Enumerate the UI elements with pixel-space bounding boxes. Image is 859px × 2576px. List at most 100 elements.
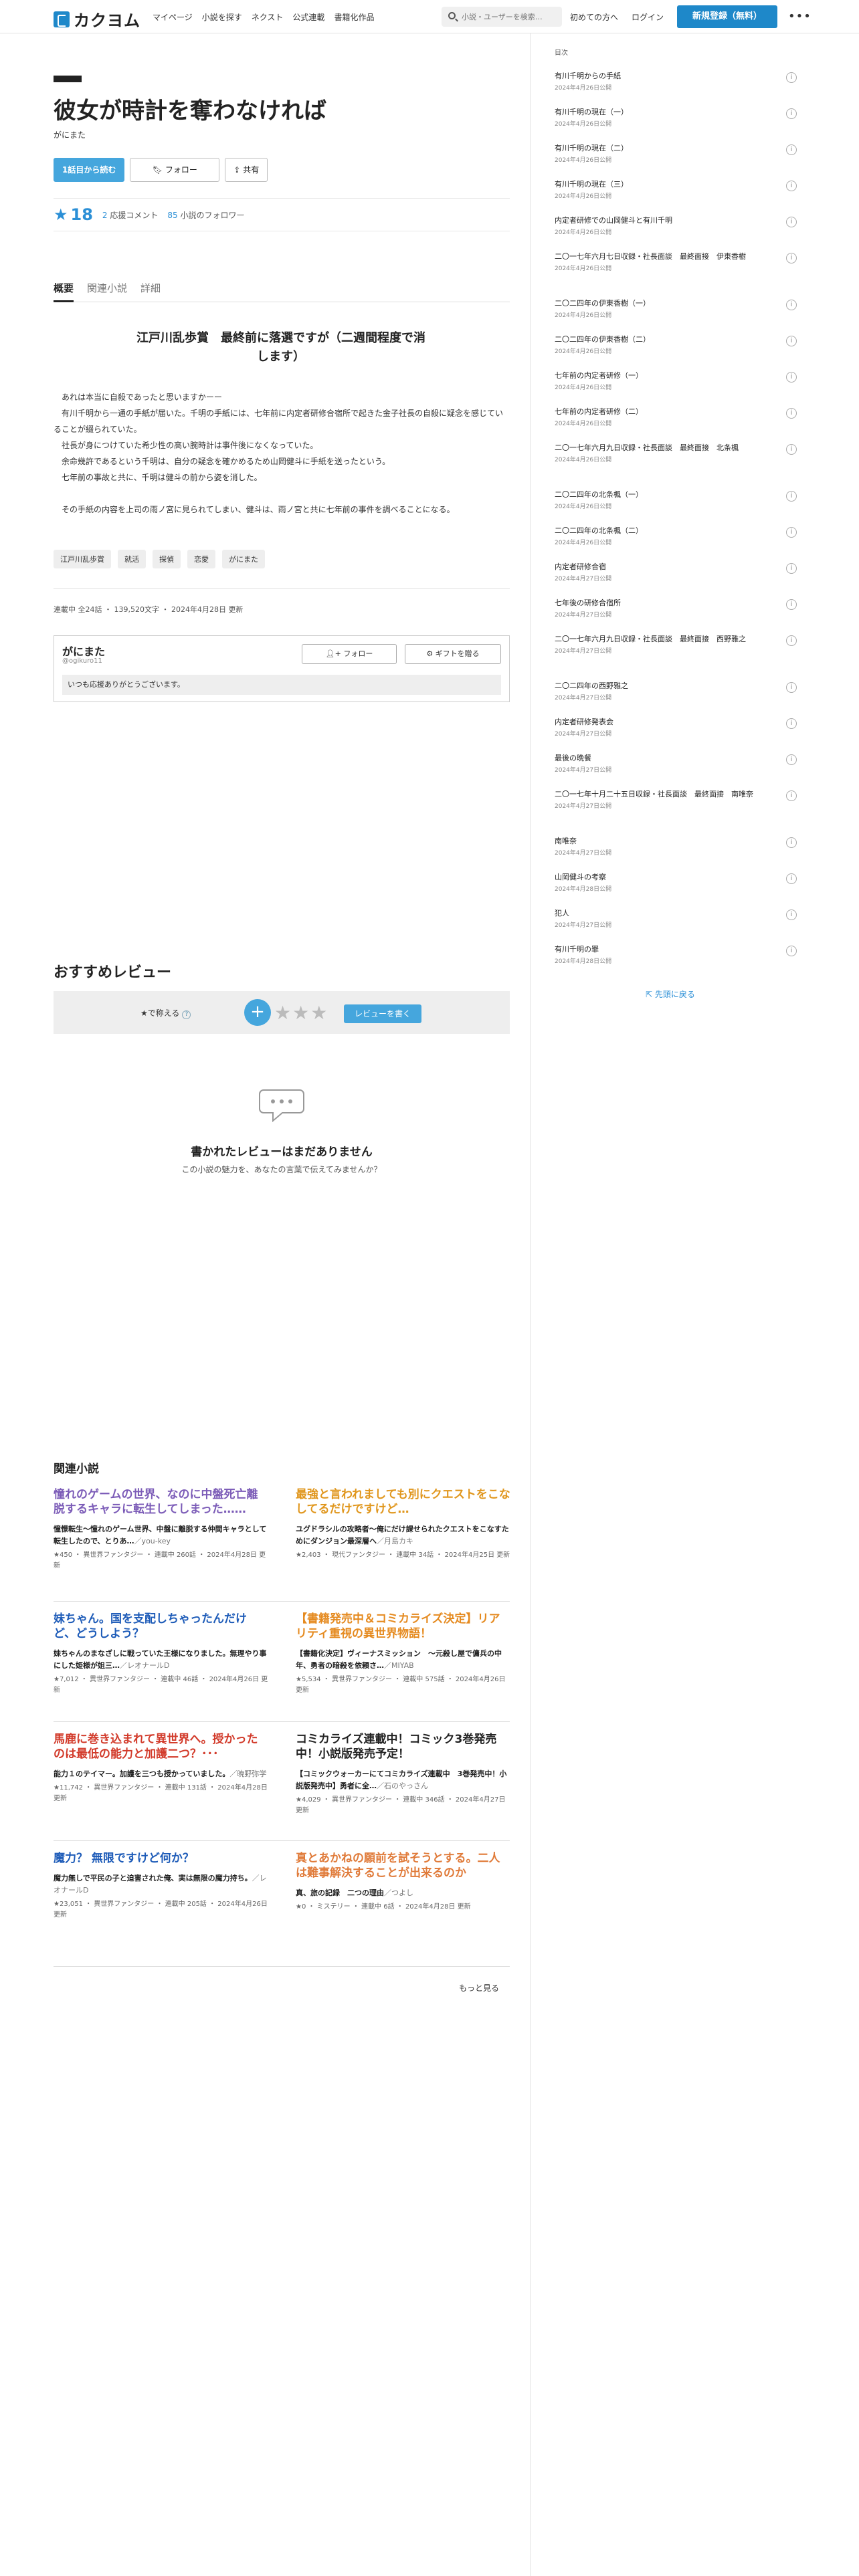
related-author[interactable]: ／月島カキ (377, 1537, 413, 1545)
first-time-link[interactable]: 初めての方へ (570, 11, 618, 23)
toc-episode[interactable]: 二〇二四年の西野雅之 2024年4月27日公開 i (555, 681, 797, 702)
nav-books[interactable]: 書籍化作品 (334, 11, 374, 23)
episode-title[interactable]: 二〇一七年十月二十五日収録・社長面談 最終面接 南唯奈 (555, 789, 769, 800)
related-title[interactable]: 真とあかねの願前を試そうとする。二人は難事解決することが出来るのか (296, 1851, 511, 1881)
episode-title[interactable]: 二〇二四年の北条楓（一） (555, 490, 769, 500)
related-novel-card[interactable]: 【書籍発売中＆コミカライズ決定】リアリティ重視の異世界物語！ 【書籍化決定】ヴィー… (296, 1612, 511, 1696)
info-icon[interactable]: i (786, 682, 797, 693)
toc-episode[interactable]: 二〇一七年六月九日収録・社長面談 最終面接 西野雅之 2024年4月27日公開 i (555, 634, 797, 655)
episode-title[interactable]: 最後の晩餐 (555, 753, 769, 764)
episode-title[interactable]: 犯人 (555, 908, 769, 919)
episode-title[interactable]: 二〇二四年の北条楓（二） (555, 526, 769, 536)
episode-title[interactable]: 内定者研修合宿 (555, 562, 769, 572)
read-first-episode-button[interactable]: 1話目から読む (54, 158, 125, 182)
toc-episode[interactable]: 二〇二四年の伊東香樹（一） 2024年4月26日公開 i (555, 298, 797, 319)
related-author[interactable]: ／you-key (134, 1537, 171, 1545)
info-icon[interactable]: i (786, 300, 797, 310)
toc-episode[interactable]: 有川千明の現在（二） 2024年4月26日公開 i (555, 143, 797, 164)
site-logo[interactable]: カクヨム (54, 7, 140, 31)
back-to-top-link[interactable]: ⇱ 先頭に戻る (646, 988, 695, 1000)
toc-episode[interactable]: 二〇二四年の伊東香樹（二） 2024年4月26日公開 i (555, 334, 797, 355)
comments-stat[interactable]: 2 応援コメント (102, 209, 158, 221)
toc-episode[interactable]: 犯人 2024年4月27日公開 i (555, 908, 797, 929)
toc-episode[interactable]: 七年前の内定者研修（二） 2024年4月26日公開 i (555, 407, 797, 427)
work-author[interactable]: がにまた (54, 129, 86, 140)
info-icon[interactable]: i (786, 253, 797, 263)
toc-episode[interactable]: 最後の晩餐 2024年4月27日公開 i (555, 753, 797, 774)
episode-title[interactable]: 七年前の内定者研修（一） (555, 370, 769, 381)
info-icon[interactable]: i (786, 72, 797, 83)
more-menu-icon[interactable]: ••• (788, 9, 812, 23)
tag[interactable]: 探偵 (153, 550, 181, 568)
episode-title[interactable]: 二〇一七年六月九日収録・社長面談 最終面接 西野雅之 (555, 634, 769, 645)
info-icon[interactable]: i (786, 217, 797, 227)
info-icon[interactable]: i (786, 946, 797, 956)
login-link[interactable]: ログイン (632, 11, 664, 23)
follow-button[interactable]: 🔖︎ フォロー (130, 158, 220, 182)
episode-title[interactable]: 有川千明の現在（三） (555, 179, 769, 190)
info-icon[interactable]: i (786, 181, 797, 191)
info-icon[interactable]: i (786, 563, 797, 574)
tab-overview[interactable]: 概要 (54, 276, 74, 302)
share-button[interactable]: ⇪ 共有 (225, 158, 268, 182)
info-icon[interactable]: i (786, 408, 797, 419)
toc-episode[interactable]: 南唯奈 2024年4月27日公開 i (555, 836, 797, 857)
info-icon[interactable]: i (786, 837, 797, 848)
star-rating-input[interactable]: ★★★ (274, 1002, 328, 1024)
related-author[interactable]: ／石のやっさん (377, 1782, 428, 1790)
toc-episode[interactable]: 有川千明の現在（一） 2024年4月26日公開 i (555, 107, 797, 128)
related-title[interactable]: 妹ちゃん。国を支配しちゃったんだけど、どうしよう？ (54, 1612, 269, 1641)
nav-official-serial[interactable]: 公式連載 (292, 11, 324, 23)
related-novel-card[interactable]: 馬鹿に巻き込まれて異世界へ。授かったのは最低の能力と加護二つ？･･･ 能力１のテイ… (54, 1732, 269, 1804)
toc-episode[interactable]: 内定者研修での山岡健斗と有川千明 2024年4月26日公開 i (555, 215, 797, 236)
tab-details[interactable]: 詳細 (140, 276, 161, 302)
related-author[interactable]: ／MIYAB (384, 1661, 414, 1670)
toc-episode[interactable]: 二〇二四年の北条楓（一） 2024年4月26日公開 i (555, 490, 797, 510)
tag[interactable]: 江戸川乱歩賞 (54, 550, 111, 568)
info-icon[interactable]: i (786, 718, 797, 729)
related-novel-card[interactable]: コミカライズ連載中！コミック3巻発売中！小説版発売予定！ 【コミックウォーカーにて… (296, 1732, 511, 1816)
info-icon[interactable]: i (786, 635, 797, 646)
tab-related[interactable]: 関連小説 (87, 276, 127, 302)
help-icon[interactable]: ? (182, 1010, 191, 1019)
related-novel-card[interactable]: 魔力？ 無限ですけど何か？ 魔力無しで平民の子と迫害された俺、実は無限の魔力持ち。… (54, 1851, 269, 1921)
episode-title[interactable]: 南唯奈 (555, 836, 769, 847)
nav-next[interactable]: ネクスト (252, 11, 284, 23)
info-icon[interactable]: i (786, 336, 797, 346)
info-icon[interactable]: i (786, 108, 797, 119)
related-title[interactable]: コミカライズ連載中！コミック3巻発売中！小説版発売予定！ (296, 1732, 511, 1761)
related-title[interactable]: 最強と言われましても別にクエストをこなしてるだけですけど… (296, 1487, 511, 1517)
info-icon[interactable]: i (786, 873, 797, 884)
toc-episode[interactable]: 有川千明からの手紙 2024年4月26日公開 i (555, 71, 797, 92)
toc-episode[interactable]: 二〇一七年六月九日収録・社長面談 最終面接 北条楓 2024年4月26日公開 i (555, 443, 797, 463)
episode-title[interactable]: 有川千明の罪 (555, 944, 769, 955)
episode-title[interactable]: 山岡健斗の考察 (555, 872, 769, 883)
register-button[interactable]: 新規登録（無料） (677, 5, 777, 28)
related-novel-card[interactable]: 妹ちゃん。国を支配しちゃったんだけど、どうしよう？ 妹ちゃんのまなざしに戦っていた… (54, 1612, 269, 1696)
episode-title[interactable]: 二〇一七年六月九日収録・社長面談 最終面接 北条楓 (555, 443, 769, 453)
related-title[interactable]: 魔力？ 無限ですけど何か？ (54, 1851, 269, 1866)
episode-title[interactable]: 有川千明の現在（二） (555, 143, 769, 154)
tag[interactable]: がにまた (222, 550, 265, 568)
related-author[interactable]: ／つよし (384, 1889, 413, 1897)
followers-stat[interactable]: 85 小説のフォロワー (167, 209, 244, 221)
episode-title[interactable]: 二〇二四年の西野雅之 (555, 681, 769, 691)
episode-title[interactable]: 有川千明からの手紙 (555, 71, 769, 82)
related-novel-card[interactable]: 最強と言われましても別にクエストをこなしてるだけですけど… ユグドラシルの攻略者〜… (296, 1487, 511, 1561)
toc-episode[interactable]: 七年後の研修合宿所 2024年4月27日公開 i (555, 598, 797, 619)
related-title[interactable]: 馬鹿に巻き込まれて異世界へ。授かったのは最低の能力と加護二つ？･･･ (54, 1732, 269, 1761)
related-title[interactable]: 【書籍発売中＆コミカライズ決定】リアリティ重視の異世界物語！ (296, 1612, 511, 1641)
info-icon[interactable]: i (786, 790, 797, 801)
episode-title[interactable]: 内定者研修での山岡健斗と有川千明 (555, 215, 769, 226)
toc-episode[interactable]: 内定者研修合宿 2024年4月27日公開 i (555, 562, 797, 582)
tag[interactable]: 就活 (118, 550, 146, 568)
related-author[interactable]: ／暁野弥学 (229, 1769, 266, 1778)
nav-mypage[interactable]: マイページ (153, 11, 193, 23)
episode-title[interactable]: 七年後の研修合宿所 (555, 598, 769, 609)
write-review-button[interactable]: レビューを書く (344, 1004, 421, 1023)
related-novel-card[interactable]: 真とあかねの願前を試そうとする。二人は難事解決することが出来るのか 真、旅の記録 … (296, 1851, 511, 1913)
episode-title[interactable]: 有川千明の現在（一） (555, 107, 769, 118)
search-input[interactable] (460, 7, 557, 27)
info-icon[interactable]: i (786, 491, 797, 502)
toc-episode[interactable]: 二〇二四年の北条楓（二） 2024年4月26日公開 i (555, 526, 797, 546)
